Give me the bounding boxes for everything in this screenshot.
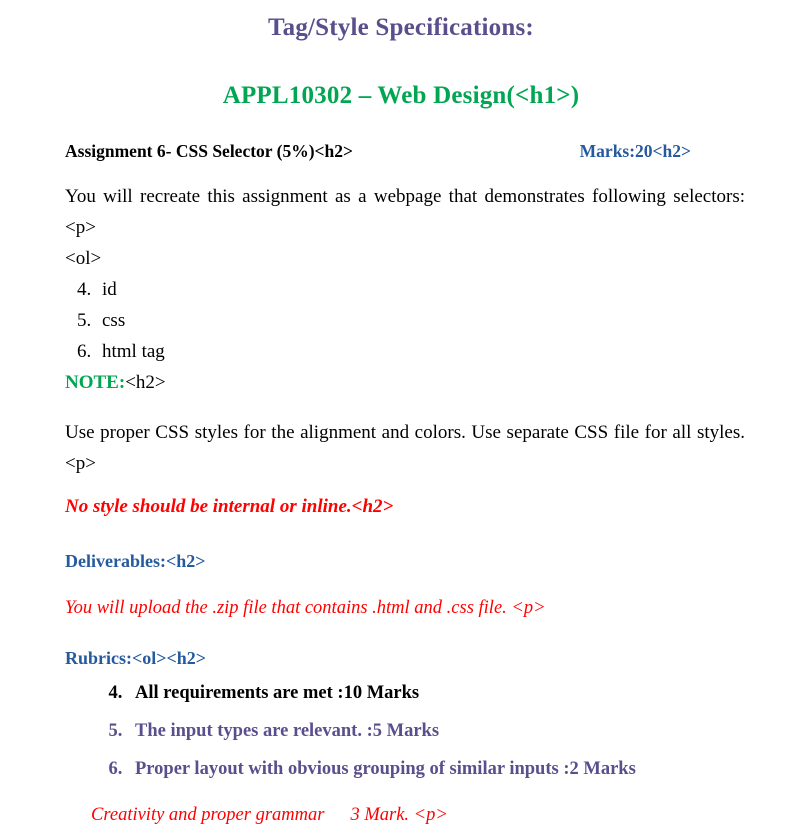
note-tag: <h2> bbox=[125, 372, 166, 393]
assignment-marks: Marks:20<h2> bbox=[579, 141, 691, 161]
deliverables-text: You will upload the .zip file that conta… bbox=[65, 598, 546, 618]
deliverables-heading: Deliverables:<h2> bbox=[65, 551, 206, 571]
selector-list: idcsshtml tag bbox=[65, 274, 745, 367]
selector-list-item: id bbox=[96, 274, 745, 305]
deliverables-text-line: You will upload the .zip file that conta… bbox=[65, 593, 745, 624]
style-warning-line: No style should be internal or inline.<h… bbox=[65, 491, 745, 522]
rubrics-list: All requirements are met :10 MarksThe in… bbox=[65, 674, 745, 788]
rubric-list-item: Proper layout with obvious grouping of s… bbox=[127, 750, 745, 788]
rubrics-heading: Rubrics:<ol><h2> bbox=[65, 648, 207, 668]
selector-list-item: css bbox=[96, 305, 745, 336]
rubrics-heading-line: Rubrics:<ol><h2> bbox=[65, 643, 745, 674]
rubric-list-item: The input types are relevant. :5 Marks bbox=[127, 712, 745, 750]
course-heading: APPL10302 – Web Design(<h1>) bbox=[222, 82, 580, 109]
rubric-list-item: All requirements are met :10 Marks bbox=[127, 674, 745, 712]
assignment-row: Assignment 6- CSS Selector (5%)<h2> Mark… bbox=[0, 110, 802, 162]
style-warning-text: No style should be internal or inline.<h… bbox=[65, 496, 394, 517]
closing-text: Creativity and proper grammar bbox=[91, 805, 325, 825]
note-heading: NOTE:<h2> bbox=[65, 367, 745, 398]
document-page: Tag/Style Specifications: APPL10302 – We… bbox=[0, 0, 802, 825]
page-title: Tag/Style Specifications: bbox=[268, 14, 534, 41]
document-body: You will recreate this assignment as a w… bbox=[0, 181, 802, 831]
assignment-title: Assignment 6- CSS Selector (5%)<h2> bbox=[65, 141, 353, 161]
closing-line: Creativity and proper grammar 3 Mark. <p> bbox=[65, 800, 745, 831]
closing-marks: 3 Mark. <p> bbox=[350, 805, 448, 825]
deliverables-heading-line: Deliverables:<h2> bbox=[65, 546, 745, 577]
note-label: NOTE: bbox=[65, 372, 126, 393]
intro-paragraph: You will recreate this assignment as a w… bbox=[65, 186, 745, 238]
note-body: Use proper CSS styles for the alignment … bbox=[65, 422, 745, 474]
ol-open-tag: <ol> bbox=[65, 248, 102, 269]
selector-list-item: html tag bbox=[96, 336, 745, 367]
